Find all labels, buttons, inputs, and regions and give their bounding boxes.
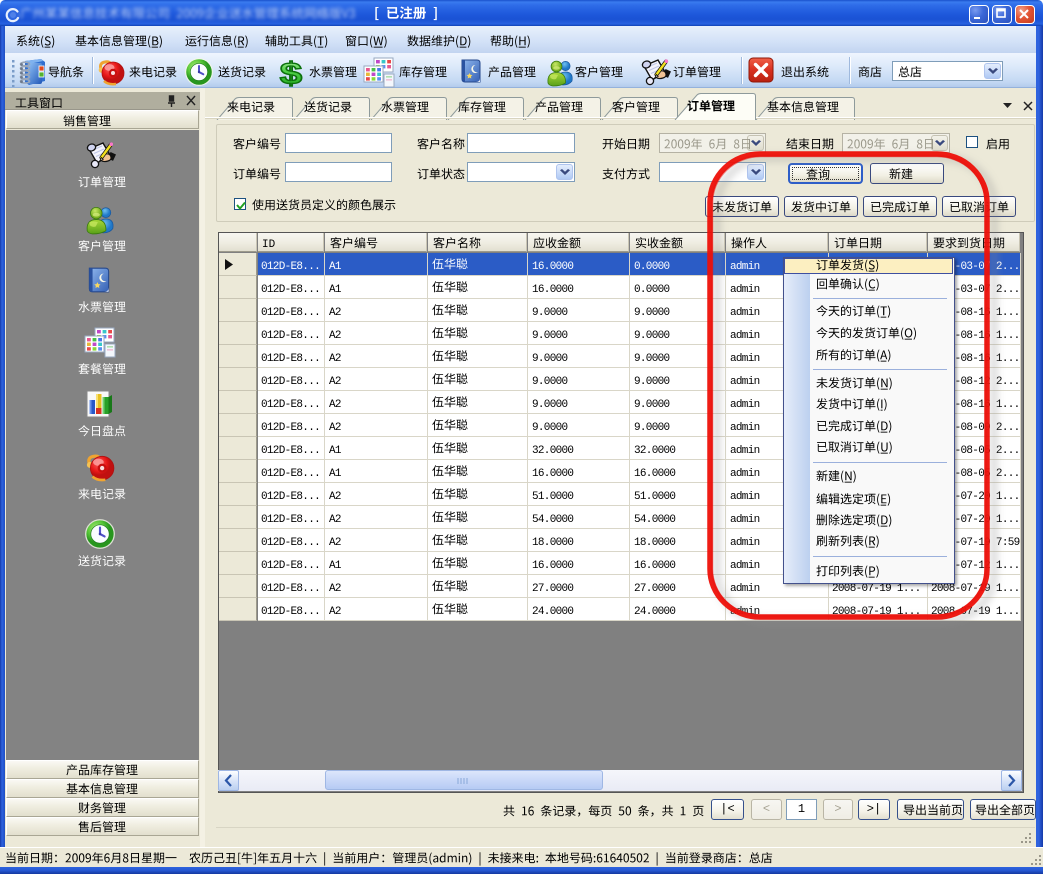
svg-text:$: $ bbox=[280, 57, 302, 87]
